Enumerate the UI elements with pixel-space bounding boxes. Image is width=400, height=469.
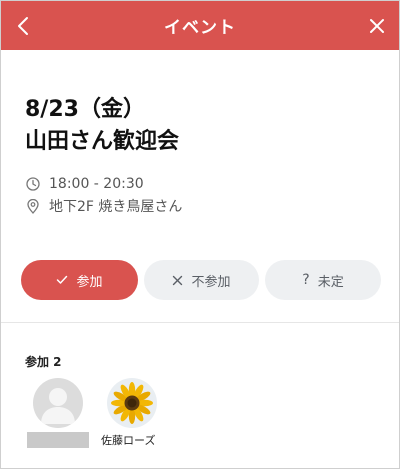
clock-icon [25,176,41,192]
attendees-heading: 参加 2 [25,355,62,369]
undecided-button[interactable]: ? 未定 [265,260,381,300]
attend-button[interactable]: 参加 [21,260,138,300]
event-detail-screen: イベント 8/23（金） 山田さん歓迎会 18:00 - 20:30 地下2F … [0,0,400,469]
event-location: 地下2F 焼き鳥屋さん [49,199,183,215]
event-location-row: 地下2F 焼き鳥屋さん [25,195,379,217]
event-info: 8/23（金） 山田さん歓迎会 18:00 - 20:30 地下2F 焼き鳥屋さ… [25,95,379,217]
event-title: 山田さん歓迎会 [25,129,180,154]
event-time-row: 18:00 - 20:30 [25,173,379,195]
app-header: イベント [1,1,399,50]
default-user-avatar [33,378,83,428]
map-pin-icon [25,198,41,214]
section-divider [1,322,399,323]
decline-button[interactable]: 不参加 [144,260,259,300]
attendee-name-redacted [27,432,89,448]
event-time: 18:00 - 20:30 [49,176,144,192]
attend-label: 参加 [76,274,103,290]
close-button[interactable] [355,1,399,50]
attendee-item[interactable]: 佐藤ローズ [101,378,167,448]
decline-label: 不参加 [191,274,231,290]
back-button[interactable] [1,1,45,50]
sunflower-avatar [107,378,157,428]
cross-icon [172,275,183,286]
close-icon [370,18,384,33]
attendee-name: 佐藤ローズ [101,434,156,447]
event-meta: 18:00 - 20:30 地下2F 焼き鳥屋さん [25,173,379,217]
event-date: 8/23（金） [25,97,145,122]
check-icon [56,275,68,285]
attendee-item[interactable] [27,378,93,448]
undecided-label: 未定 [317,274,344,290]
header-title: イベント [164,18,236,38]
question-icon: ? [302,272,310,288]
chevron-left-icon [18,16,28,35]
rsvp-buttons: 参加 不参加 ? 未定 [21,260,381,300]
